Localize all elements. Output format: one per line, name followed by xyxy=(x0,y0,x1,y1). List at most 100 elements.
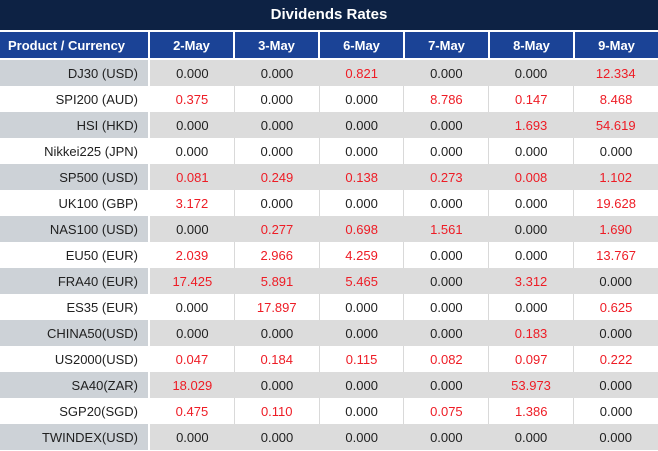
value-cell: 0.000 xyxy=(514,65,548,81)
value-cell: 0.000 xyxy=(345,429,378,445)
value-cell: 0.000 xyxy=(318,294,404,320)
value-cell: 0.000 xyxy=(176,221,209,237)
table-row: UK100 (GBP) 3.172 0.000 0.000 0.000 0.000 19.6… xyxy=(0,190,658,216)
value-cell: 0.000 xyxy=(403,138,488,164)
value-cell: 0.277 xyxy=(260,221,294,237)
column-header-product-currency: Product / Currency xyxy=(8,37,126,53)
product-cell: SA40(ZAR) xyxy=(0,372,150,398)
value-cell: 0.000 xyxy=(175,143,209,159)
value-cell: 17.897 xyxy=(233,294,319,320)
value-cell: 0.000 xyxy=(599,273,632,289)
value-cell: 1.693 xyxy=(514,117,548,133)
product-cell: SGP20(SGD) xyxy=(0,398,150,424)
value-cell: 0.081 xyxy=(176,169,209,185)
value-cell: 0.000 xyxy=(430,273,463,289)
value-cell: 0.000 xyxy=(176,117,209,133)
table-row: SP500 (USD) 0.081 0.249 0.138 0.273 0.008 1.10… xyxy=(0,164,658,190)
table-row: SPI200 (AUD) 0.375 0.000 0.000 8.786 0.147 8.4… xyxy=(0,86,658,112)
value-cell: 0.000 xyxy=(403,190,488,216)
value-cell: 0.249 xyxy=(260,169,294,185)
value-cell: 5.465 xyxy=(345,273,378,289)
value-cell: 3.172 xyxy=(175,195,209,211)
value-cell: 0.000 xyxy=(345,377,378,393)
table-row: SGP20(SGD) 0.475 0.110 0.000 0.075 1.386 0.000 xyxy=(0,398,658,424)
value-cell: 0.075 xyxy=(403,398,488,424)
column-header-3-may: 3-May xyxy=(233,32,318,58)
value-cell: 4.259 xyxy=(318,242,404,268)
table-row: ES35 (EUR) 0.000 17.897 0.000 0.000 0.000 0.62… xyxy=(0,294,658,320)
product-cell: SP500 (USD) xyxy=(0,164,150,190)
value-cell: 0.000 xyxy=(488,242,573,268)
table-body: DJ30 (USD) 0.000 0.000 0.821 0.000 0.000 12.33… xyxy=(0,58,658,450)
product-cell: HSI (HKD) xyxy=(0,112,150,138)
value-cell: 0.698 xyxy=(345,221,378,237)
value-cell: 19.628 xyxy=(573,190,658,216)
table-row: HSI (HKD) 0.000 0.000 0.000 0.000 1.693 54.619 xyxy=(0,112,658,138)
table-row: DJ30 (USD) 0.000 0.000 0.821 0.000 0.000 12.33… xyxy=(0,60,658,86)
value-cell: 0.000 xyxy=(488,138,573,164)
product-cell: NAS100 (USD) xyxy=(0,216,150,242)
value-cell: 0.138 xyxy=(345,169,378,185)
table-row: TWINDEX(USD) 0.000 0.000 0.000 0.000 0.000 0.0… xyxy=(0,424,658,450)
value-cell: 0.000 xyxy=(430,377,463,393)
product-cell: DJ30 (USD) xyxy=(0,60,150,86)
value-cell: 54.619 xyxy=(595,117,636,133)
value-cell: 8.468 xyxy=(573,86,658,112)
column-header-6-may: 6-May xyxy=(318,32,403,58)
value-cell: 0.000 xyxy=(233,138,319,164)
value-cell: 0.000 xyxy=(318,190,404,216)
product-cell: FRA40 (EUR) xyxy=(0,268,150,294)
value-cell: 0.097 xyxy=(488,346,573,372)
value-cell: 0.821 xyxy=(345,65,378,81)
value-cell: 0.000 xyxy=(573,398,658,424)
value-cell: 0.000 xyxy=(514,429,548,445)
value-cell: 0.000 xyxy=(430,429,463,445)
value-cell: 0.000 xyxy=(233,86,319,112)
value-cell: 13.767 xyxy=(573,242,658,268)
value-cell: 17.425 xyxy=(172,273,213,289)
product-cell: CHINA50(USD) xyxy=(0,320,150,346)
value-cell: 1.102 xyxy=(599,169,632,185)
value-cell: 18.029 xyxy=(172,377,213,393)
value-cell: 0.000 xyxy=(599,325,632,341)
value-cell: 0.000 xyxy=(260,65,294,81)
table-row: EU50 (EUR) 2.039 2.966 4.259 0.000 0.000 13.76… xyxy=(0,242,658,268)
value-cell: 0.000 xyxy=(176,429,209,445)
value-cell: 0.000 xyxy=(176,325,209,341)
value-cell: 2.039 xyxy=(175,247,209,263)
table-row: FRA40 (EUR) 17.425 5.891 5.465 0.000 3.312 0.0… xyxy=(0,268,658,294)
product-cell: SPI200 (AUD) xyxy=(0,86,150,112)
value-cell: 0.000 xyxy=(318,398,404,424)
value-cell: 0.000 xyxy=(318,86,404,112)
value-cell: 0.147 xyxy=(488,86,573,112)
value-cell: 0.000 xyxy=(488,190,573,216)
value-cell: 1.386 xyxy=(488,398,573,424)
value-cell: 0.625 xyxy=(573,294,658,320)
table-row: SA40(ZAR) 18.029 0.000 0.000 0.000 53.973 0.00… xyxy=(0,372,658,398)
value-cell: 0.183 xyxy=(514,325,548,341)
value-cell: 0.000 xyxy=(488,294,573,320)
value-cell: 3.312 xyxy=(514,273,548,289)
value-cell: 0.000 xyxy=(430,117,463,133)
table-row: Nikkei225 (JPN) 0.000 0.000 0.000 0.000 0.000… xyxy=(0,138,658,164)
product-cell: US2000(USD) xyxy=(0,346,150,372)
column-header-7-may: 7-May xyxy=(403,32,488,58)
table-row: CHINA50(USD) 0.000 0.000 0.000 0.000 0.183 0.0… xyxy=(0,320,658,346)
product-cell: ES35 (EUR) xyxy=(0,294,150,320)
value-cell: 5.891 xyxy=(260,273,294,289)
value-cell: 0.000 xyxy=(260,325,294,341)
value-cell: 0.475 xyxy=(175,403,209,419)
value-cell: 0.000 xyxy=(260,429,294,445)
value-cell: 0.000 xyxy=(514,221,548,237)
column-header-2-may: 2-May xyxy=(148,32,233,58)
value-cell: 53.973 xyxy=(511,377,551,393)
value-cell: 0.110 xyxy=(233,398,319,424)
column-header-8-may: 8-May xyxy=(488,32,573,58)
value-cell: 0.000 xyxy=(403,294,488,320)
product-cell: EU50 (EUR) xyxy=(0,242,150,268)
value-cell: 0.000 xyxy=(345,117,378,133)
value-cell: 0.222 xyxy=(573,346,658,372)
value-cell: 0.000 xyxy=(599,377,632,393)
value-cell: 0.000 xyxy=(403,242,488,268)
product-cell: UK100 (GBP) xyxy=(0,190,150,216)
